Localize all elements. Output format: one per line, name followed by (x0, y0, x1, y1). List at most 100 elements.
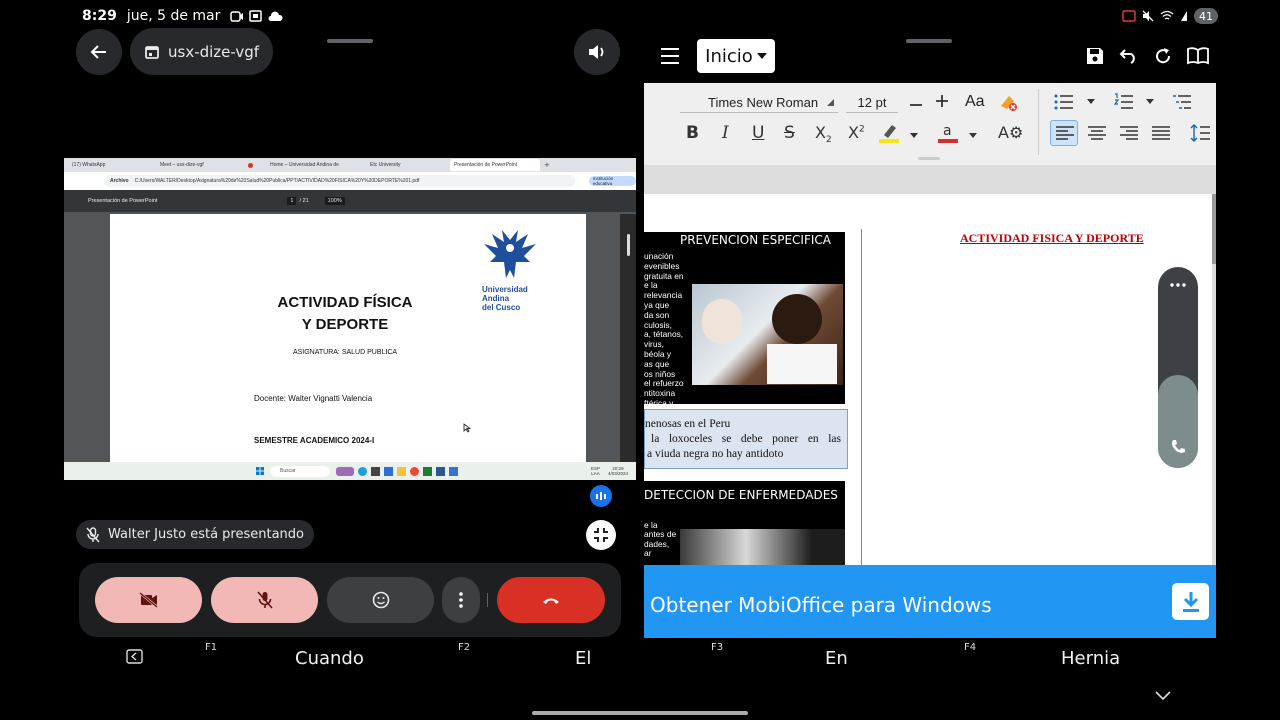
style-dropdown[interactable]: Inicio (697, 39, 775, 73)
floating-call-widget[interactable] (1158, 267, 1198, 468)
browser-tab[interactable]: Etc University (366, 159, 446, 171)
new-tab-icon[interactable]: + (544, 161, 550, 169)
status-date: jue, 5 de mar (126, 8, 221, 24)
folder-icon[interactable] (397, 466, 406, 476)
suggestion[interactable]: Cuando (295, 648, 364, 669)
promo-banner[interactable]: Obtener MobiOffice para Windows (644, 565, 1216, 638)
taskbar-search[interactable]: Buscar (270, 465, 330, 477)
ribbon-divider (1038, 89, 1039, 155)
exit-fullscreen-button[interactable] (586, 520, 616, 550)
browser-tab[interactable] (244, 159, 262, 171)
caret-down-icon[interactable] (969, 133, 977, 138)
save-icon[interactable] (1086, 47, 1104, 65)
tray-clock[interactable]: 20:29 4/03/2024 (608, 466, 628, 476)
align-right-icon[interactable] (1120, 126, 1138, 140)
pdf-page-input[interactable]: 1 (287, 197, 297, 205)
keyboard-back-icon[interactable] (126, 649, 143, 664)
word-icon[interactable] (436, 466, 445, 476)
system-tray: ESP LAA 20:29 4/03/2024 (591, 466, 628, 476)
font-color-icon[interactable]: a (937, 121, 959, 143)
caret-down-icon[interactable] (1087, 99, 1095, 104)
mic-off-icon (86, 526, 100, 542)
profile-chip[interactable]: Institución educativa (588, 176, 636, 186)
highlight-icon[interactable] (878, 123, 900, 143)
chrome-icon[interactable] (410, 466, 419, 476)
superscript-icon[interactable]: X2 (848, 123, 865, 142)
suggestion[interactable]: En (825, 648, 848, 669)
caret-down-icon[interactable] (1146, 99, 1154, 104)
split-divider[interactable] (636, 0, 644, 638)
pdf-page-count: / 21 (299, 198, 309, 204)
info-box-line: a viuda negra no hay antidoto (647, 448, 784, 460)
align-center-icon[interactable] (1088, 126, 1106, 140)
pdf-zoom[interactable]: 100% (324, 197, 345, 205)
browser-tab[interactable]: Meet – usx-dize-vgf (156, 159, 240, 171)
strikethrough-icon[interactable]: S (784, 123, 795, 143)
caret-down-icon[interactable] (910, 133, 918, 138)
speaker-button[interactable] (574, 29, 620, 75)
bold-icon[interactable]: B (686, 123, 699, 143)
menu-icon[interactable] (660, 47, 680, 65)
camera-toggle-button[interactable] (95, 577, 202, 623)
doctor-child-photo (692, 284, 843, 385)
underline-icon[interactable]: U (752, 123, 764, 143)
suggestion[interactable]: Hernia (1061, 648, 1120, 669)
photos-icon[interactable] (384, 466, 393, 476)
more-options-button[interactable] (442, 577, 480, 623)
edge-icon[interactable] (358, 466, 367, 476)
drag-handle[interactable] (906, 39, 952, 43)
store-icon[interactable] (371, 466, 380, 476)
text-effects-icon[interactable]: A⚙ (998, 123, 1023, 142)
browser-tabstrip: (17) WhatsApp Meet – usx-dize-vgf Home –… (64, 158, 636, 172)
font-size-select[interactable]: 12 pt (846, 93, 898, 113)
change-case-icon[interactable]: Aa (965, 93, 985, 111)
drag-handle[interactable] (327, 39, 373, 43)
doc-heading: ACTIVIDAD FISICA Y DEPORTE (960, 231, 1144, 245)
back-button[interactable] (76, 29, 122, 75)
address-bar[interactable]: Archivo C:/Users/WALTER/Desktop/Asignatu… (104, 175, 575, 187)
phone-icon (1172, 440, 1185, 453)
increase-size-icon[interactable] (935, 94, 949, 108)
bullet-list-icon[interactable] (1054, 93, 1074, 111)
redo-icon[interactable] (1154, 47, 1172, 65)
ribbon-handle[interactable] (918, 157, 940, 160)
call-end-icon (543, 598, 559, 604)
outlook-icon[interactable] (449, 466, 458, 476)
windows-start-icon[interactable] (256, 467, 264, 475)
numbered-list-icon[interactable] (1114, 93, 1134, 111)
chevron-down-icon[interactable] (1155, 691, 1171, 701)
read-mode-icon[interactable] (1187, 47, 1209, 65)
language-indicator[interactable]: ESP LAA (591, 466, 600, 476)
meeting-code: usx-dize-vgf (168, 42, 260, 61)
undo-icon[interactable] (1119, 48, 1139, 64)
call-return-button[interactable] (1158, 375, 1198, 468)
hang-up-button[interactable] (497, 577, 605, 623)
scrollbar-thumb[interactable] (626, 234, 630, 256)
browser-tab[interactable]: Home – Universidad Andina de (266, 159, 362, 171)
reactions-button[interactable] (327, 577, 434, 623)
slide-page: ACTIVIDAD FÍSICA Y DEPORTE ASIGNATURA: S… (110, 214, 586, 464)
app-icon[interactable] (423, 466, 432, 476)
university-logo: Universidad Andina del Cusco (482, 228, 538, 312)
line-spacing-icon[interactable] (1190, 124, 1210, 142)
status-bar-right: 41 (1122, 8, 1218, 24)
doc-scrollbar[interactable] (1212, 194, 1216, 264)
subscript-icon[interactable]: X2 (815, 123, 832, 145)
browser-tab-active[interactable]: Presentación de PowerPoint (450, 159, 540, 171)
browser-tab[interactable]: (17) WhatsApp (68, 159, 152, 171)
windows-taskbar: Buscar ESP LAA 20:29 4/03/2024 (64, 462, 636, 480)
align-left-button[interactable] (1050, 120, 1078, 146)
italic-icon[interactable]: I (722, 123, 729, 143)
clear-format-icon[interactable] (998, 92, 1018, 112)
download-button[interactable] (1172, 583, 1209, 620)
suggestion[interactable]: El (575, 648, 591, 669)
home-indicator[interactable] (532, 711, 748, 715)
taskbar-app-icon[interactable] (336, 466, 354, 476)
decrease-size-icon[interactable] (909, 98, 923, 112)
font-name-select[interactable]: Times New Roman (680, 93, 838, 113)
multilevel-list-icon[interactable] (1172, 93, 1192, 111)
formatting-ribbon: Times New Roman 12 pt Aa B I U S X2 X2 a… (644, 83, 1216, 165)
mic-toggle-button[interactable] (211, 577, 318, 623)
justify-icon[interactable] (1152, 126, 1170, 140)
meeting-code-chip[interactable]: usx-dize-vgf (130, 28, 274, 75)
